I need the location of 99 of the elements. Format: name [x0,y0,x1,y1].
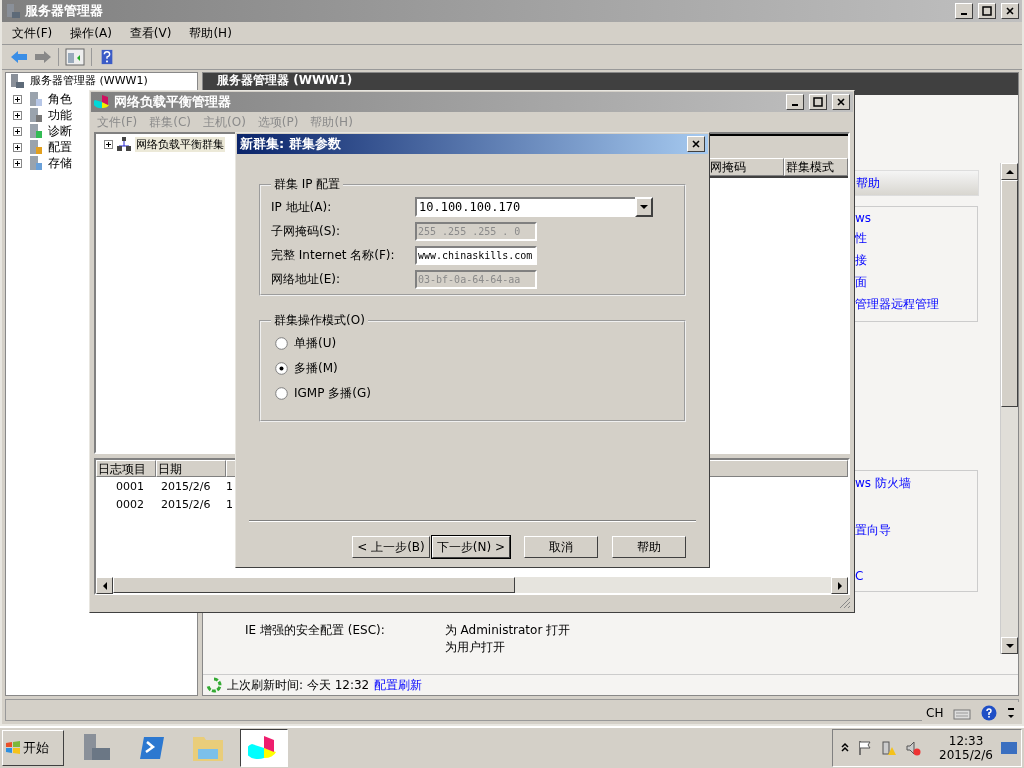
radio-button[interactable] [275,337,288,350]
language-indicator[interactable]: CH [926,706,944,720]
tree-item[interactable]: 配置 [48,138,72,156]
task-link[interactable]: ws [855,211,977,225]
task-link[interactable]: ws 防火墙 [855,475,977,492]
table-cell-text: 2015/2/6 [160,479,212,493]
clock[interactable]: 12:33 2015/2/6 [939,734,993,762]
task-link[interactable]: 置向导 [855,522,977,539]
setting-label: IE 增强的安全配置 (ESC): [245,622,385,639]
flag-icon[interactable] [857,740,874,756]
close-icon [836,97,846,107]
scrollbar[interactable] [1000,163,1018,654]
speaker-muted-icon[interactable] [905,740,922,756]
dialog-button[interactable]: < 上一步(B) [352,536,430,558]
group-title: 群集 IP 配置 [273,176,342,193]
dialog-button[interactable]: 帮助 [612,536,686,558]
field-label: 子网掩码(S): [271,222,342,240]
expand-icon[interactable] [13,110,22,120]
table-cell-text: 0002 [115,497,145,511]
cluster-icon [116,136,132,152]
server-icon [27,155,43,171]
dialog-title: 新群集: 群集参数 [240,135,341,153]
expand-icon[interactable] [13,126,22,136]
task-link[interactable]: 性 [855,230,977,247]
radio-button[interactable] [275,387,288,400]
window-title: 服务器管理器 [25,2,103,20]
expand-icon[interactable] [13,142,22,152]
server-icon [5,3,21,19]
chevron-up-icon[interactable] [841,742,850,754]
close-icon [691,139,701,149]
tree-item[interactable]: 功能 [48,106,72,124]
refresh-text: 上次刷新时间: 今天 12:32 [227,676,370,694]
close-button[interactable] [687,136,705,152]
windows-logo-icon [5,740,21,756]
tree-item[interactable]: 角色 [48,90,72,108]
server-icon [27,91,43,107]
dialog-button[interactable]: 下一步(N) > [431,536,510,558]
options-icon[interactable] [1007,706,1016,720]
pie-chart-button[interactable] [240,729,288,767]
radio-button[interactable] [275,362,288,375]
table-cell-text: 2015/2/6 [160,497,212,511]
caret-icon [640,203,648,211]
input-field[interactable]: www.chinaskills.com [415,245,537,265]
task-link[interactable]: C [855,569,977,583]
expand-icon[interactable] [13,158,22,168]
expand-icon[interactable] [13,94,22,104]
dropdown-button[interactable] [635,197,653,217]
setting-value: 为用户打开 [444,639,506,656]
radio-label[interactable]: 多播(M) [294,360,338,377]
task-link[interactable]: 管理器远程管理 [855,296,977,313]
server-icon [9,72,25,89]
scroll-up-icon[interactable] [1005,167,1014,176]
tree-item[interactable]: 诊断 [48,122,72,140]
scroll-right-icon[interactable] [835,581,844,590]
refresh-link[interactable]: 配置刷新 [374,676,423,694]
scroll-down-icon[interactable] [1005,641,1014,650]
help-icon[interactable] [981,705,998,721]
table-cell: 1 [226,479,233,493]
menu-item[interactable]: 帮助(H) [189,24,232,42]
radio-label[interactable]: IGMP 多播(G) [294,385,371,402]
menu-item[interactable]: 操作(A) [70,24,112,42]
refresh-icon [206,677,222,693]
minimize-icon [792,104,798,106]
maximize-icon [813,97,823,107]
help-link[interactable]: 帮助 [856,174,880,192]
window-title: 网络负载平衡管理器 [114,93,231,111]
task-link[interactable]: 面 [855,274,977,291]
tree-item[interactable]: 服务器管理器 (WWW1) [28,73,150,88]
maximize-icon [982,6,992,16]
server-icon [27,139,43,155]
shell-icon [138,735,166,761]
tree-item[interactable]: 网络负载平衡群集 [135,136,225,152]
group-title: 群集操作模式(O) [273,312,366,329]
expand-icon[interactable] [104,139,113,149]
field-label: 完整 Internet 名称(F): [271,246,396,264]
dialog-button[interactable]: 取消 [524,536,598,558]
server-icon [27,123,43,139]
close-icon [1005,6,1015,16]
table-cell: 1 [226,497,233,511]
setting-value: 为 Administrator 打开 [444,622,571,639]
minimize-icon [961,13,967,15]
column-header[interactable]: 日志项目 [96,460,156,477]
table-cell-text: 0001 [115,479,145,493]
radio-label[interactable]: 单播(U) [294,335,337,352]
ip-address-input[interactable]: 10.100.100.170 [415,197,635,217]
column-header[interactable]: 日期 [156,460,226,477]
column-header[interactable]: 群集模式 [784,158,848,176]
show-desktop-icon[interactable] [1001,741,1017,755]
start-button[interactable]: 开始 [2,730,64,766]
task-link[interactable]: 接 [855,252,977,269]
menu-item[interactable]: 文件(F) [12,24,53,42]
server-icon [27,107,43,123]
resize-grip-icon[interactable] [839,597,851,609]
field-label: 网络地址(E): [271,270,341,288]
pie-chart-icon [94,94,110,110]
menu-item[interactable]: 查看(V) [129,24,172,42]
tree-item[interactable]: 存储 [48,154,72,172]
scrollbar[interactable] [96,577,848,593]
field-label: IP 地址(A): [271,198,333,216]
